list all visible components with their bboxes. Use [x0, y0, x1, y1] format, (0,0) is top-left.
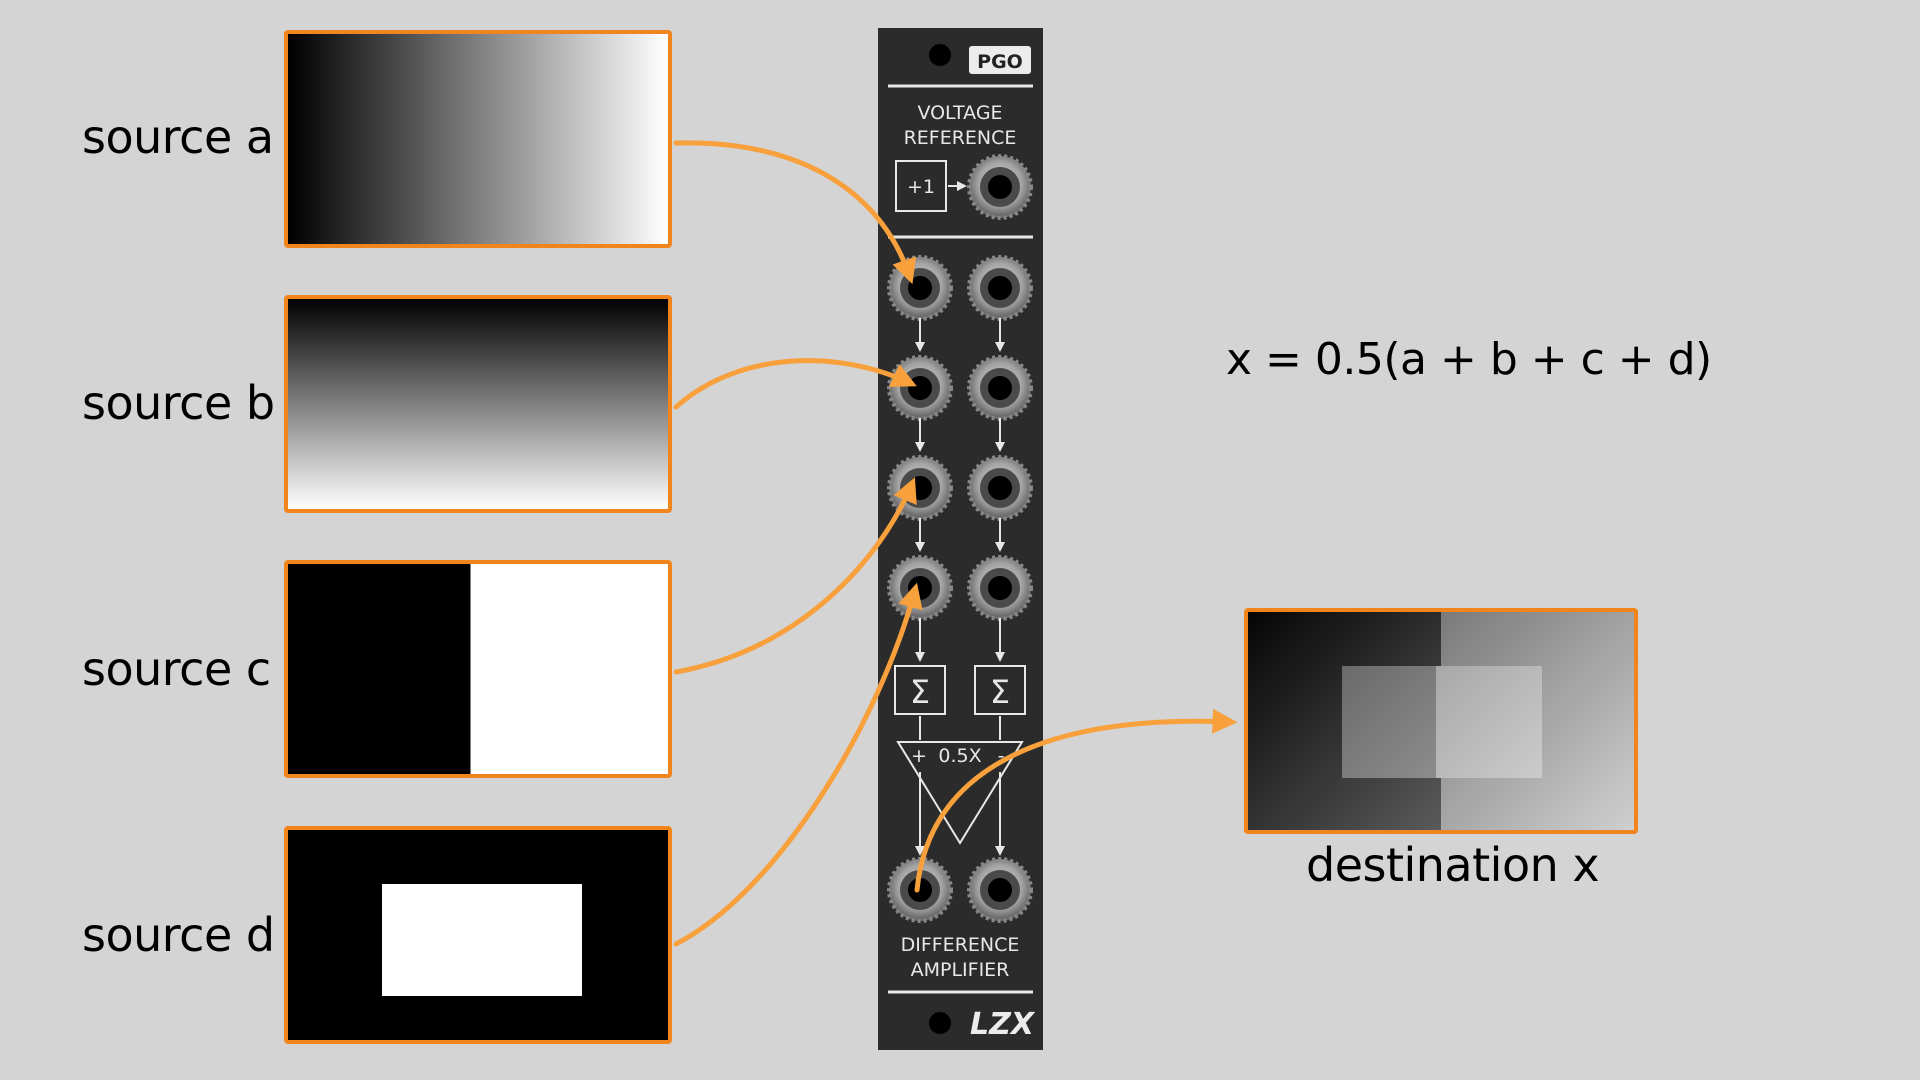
lzx-logo: LZX [970, 1007, 1036, 1042]
mounting-hole-bottom [929, 1012, 951, 1034]
section-top-line2: REFERENCE [904, 127, 1017, 149]
amp-gain: 0.5X [938, 745, 981, 767]
section-bottom-line1: DIFFERENCE [901, 934, 1020, 956]
section-bottom-line2: AMPLIFIER [911, 959, 1010, 981]
sum-symbol-left: Σ [910, 673, 930, 711]
section-top-line1: VOLTAGE [917, 102, 1002, 124]
cable-source-b [673, 358, 917, 410]
cable-source-a [673, 140, 917, 285]
jack-reference-out[interactable] [967, 154, 1033, 220]
jack-right-4[interactable] [967, 555, 1033, 621]
jack-left-1[interactable] [887, 255, 953, 321]
mounting-hole-top [929, 44, 951, 66]
plus-one-text: +1 [907, 176, 935, 198]
jack-left-4[interactable] [887, 555, 953, 621]
jack-right-2[interactable] [967, 355, 1033, 421]
jack-amp-out-right[interactable] [967, 857, 1033, 923]
amp-plus: + [911, 745, 927, 767]
brand-badge-text: PGO [977, 51, 1023, 73]
module-diagram: PGO VOLTAGE REFERENCE +1 Σ Σ + 0.5X - DI… [673, 28, 1238, 1050]
jack-right-3[interactable] [967, 455, 1033, 521]
cable-source-c [673, 477, 917, 675]
sum-symbol-right: Σ [990, 673, 1010, 711]
jack-right-1[interactable] [967, 255, 1033, 321]
jack-left-2[interactable] [887, 355, 953, 421]
